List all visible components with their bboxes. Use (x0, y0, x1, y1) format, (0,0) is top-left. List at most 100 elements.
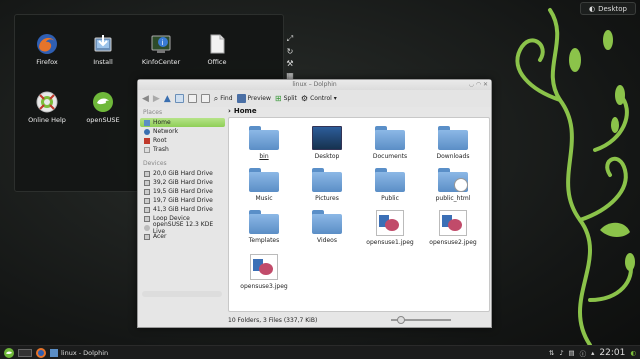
back-button[interactable]: ◀ (142, 94, 149, 104)
forward-arrow-icon: ▶ (152, 93, 160, 104)
file-item[interactable]: public_html (423, 168, 483, 202)
home-icon (144, 119, 150, 126)
file-item[interactable]: Public (360, 168, 420, 202)
back-arrow-icon: ◀ (142, 93, 149, 104)
loop-device-icon (144, 215, 150, 222)
forward-button[interactable]: ▶ (153, 94, 160, 104)
window-controls[interactable]: ◡ ◠ ✕ (469, 80, 488, 90)
file-item[interactable]: Templates (234, 210, 294, 244)
desktop-folder-icon (312, 126, 342, 150)
zoom-slider[interactable] (391, 316, 451, 324)
desktop-icon-label: openSUSE (86, 116, 120, 124)
device-label: 39,2 GiB Hard Drive (153, 179, 213, 186)
help-icon (36, 91, 58, 113)
desktop-icon-install[interactable]: Install (79, 33, 127, 66)
places-scrollbar[interactable] (142, 291, 222, 297)
split-icon: ⊞ (274, 94, 282, 103)
device-item[interactable]: 20,0 GiB Hard Drive (140, 169, 225, 178)
file-item[interactable]: Desktop (297, 126, 357, 160)
zoom-slider-handle[interactable] (397, 316, 405, 324)
breadcrumb[interactable]: › Home (228, 107, 257, 115)
file-item[interactable]: Documents (360, 126, 420, 160)
desktop-icon-firefox[interactable]: Firefox (23, 33, 71, 66)
file-item[interactable]: Music (234, 168, 294, 202)
places-item-network[interactable]: Network (140, 127, 225, 136)
device-item[interactable]: 41,3 GiB Hard Drive (140, 205, 225, 214)
clipboard-icon[interactable]: ▤ (568, 349, 574, 357)
find-label: Find (220, 95, 233, 102)
desktop-icon-office[interactable]: Office (193, 33, 241, 66)
clock[interactable]: 22:01 (599, 348, 625, 358)
file-item[interactable]: bin (234, 126, 294, 160)
places-item-trash[interactable]: Trash (140, 145, 225, 154)
desktop-icon-opensuse[interactable]: openSUSE (79, 91, 127, 124)
panel-toolbox-icon[interactable]: ◐ (630, 349, 636, 357)
desktop-icon-online-help[interactable]: Online Help (23, 91, 71, 124)
wrench-icon[interactable]: ⚒ (286, 59, 293, 68)
status-text: 10 Folders, 3 Files (337,7 KiB) (228, 316, 318, 324)
hard-drive-icon (144, 197, 150, 204)
folder-icon (249, 168, 279, 192)
hard-drive-icon (144, 206, 150, 213)
firefox-launcher[interactable] (36, 347, 46, 358)
application-launcher-button[interactable] (4, 347, 14, 358)
folder-icon (312, 168, 342, 192)
view-details-button[interactable] (200, 94, 210, 103)
desktop-toolbox-label: Desktop (598, 4, 627, 13)
find-button[interactable]: ⌕ Find (214, 94, 233, 104)
dolphin-window: linux – Dolphin ◡ ◠ ✕ ◀ ▶ ▲ ⌕ Find Previe… (137, 79, 492, 328)
network-icon[interactable]: ⇅ (549, 349, 554, 357)
file-item[interactable]: opensuse1.jpeg (360, 210, 420, 246)
device-item[interactable]: 19,5 GiB Hard Drive (140, 187, 225, 196)
file-name: Videos (317, 237, 337, 244)
hard-drive-icon (144, 170, 150, 177)
file-item[interactable]: Pictures (297, 168, 357, 202)
view-icons-button[interactable] (174, 94, 184, 103)
places-item-label: Network (153, 128, 179, 135)
up-button[interactable]: ▲ (164, 94, 171, 104)
usb-drive-icon (144, 233, 150, 240)
desktop-toolbox-button[interactable]: ◐ Desktop (580, 2, 636, 15)
volume-icon[interactable]: ♪ (559, 349, 563, 357)
window-title: linux – Dolphin (292, 81, 337, 88)
control-button[interactable]: ⚙ Control ▾ (301, 94, 337, 103)
file-item[interactable]: opensuse3.jpeg (234, 254, 294, 290)
preview-button[interactable]: Preview (236, 94, 271, 103)
device-label: 19,5 GiB Hard Drive (153, 188, 213, 195)
folder-icon (438, 126, 468, 150)
document-icon (210, 34, 225, 54)
pager[interactable] (18, 348, 32, 357)
desktop-icon-label: Online Help (28, 116, 66, 124)
file-item[interactable]: Videos (297, 210, 357, 244)
control-label: Control (310, 95, 332, 102)
window-titlebar[interactable]: linux – Dolphin ◡ ◠ ✕ (138, 80, 491, 90)
taskbar: linux - Dolphin ⇅ ♪ ▤ ⓘ ▴ 22:01 ◐ (0, 345, 640, 359)
split-button[interactable]: ⊞ Split (275, 94, 297, 103)
file-item[interactable]: opensuse2.jpeg (423, 210, 483, 246)
places-item-home[interactable]: Home (140, 118, 225, 127)
desktop-icon-label: Firefox (36, 58, 58, 66)
device-item[interactable]: openSUSE 12.3 KDE Live (140, 221, 225, 235)
view-compact-button[interactable] (187, 94, 197, 103)
breadcrumb-current[interactable]: Home (234, 107, 257, 115)
places-item-label: Trash (153, 146, 169, 153)
tray-expand-icon[interactable]: ▴ (591, 349, 594, 357)
compact-view-icon (187, 94, 197, 103)
desktop-icon-kinfocenter[interactable]: i KinfoCenter (137, 33, 185, 66)
svg-text:i: i (162, 39, 164, 47)
file-name: bin (259, 153, 269, 160)
root-folder-icon (144, 137, 150, 144)
desktop-icon-label: KinfoCenter (141, 58, 181, 66)
split-label: Split (283, 95, 297, 102)
task-dolphin[interactable]: linux - Dolphin (50, 348, 108, 357)
device-item[interactable]: 39,2 GiB Hard Drive (140, 178, 225, 187)
resize-icon[interactable]: ⤢ (287, 34, 293, 44)
cashew-icon: ◐ (589, 4, 596, 13)
file-name: Desktop (314, 153, 340, 160)
places-item-root[interactable]: Root (140, 136, 225, 145)
rotate-icon[interactable]: ↻ (287, 47, 294, 56)
notifications-icon[interactable]: ⓘ (580, 348, 587, 358)
file-item[interactable]: Downloads (423, 126, 483, 160)
device-item[interactable]: 19,7 GiB Hard Drive (140, 196, 225, 205)
folder-view-handle[interactable]: ⤢ ↻ ⚒ ▦ (284, 34, 296, 80)
